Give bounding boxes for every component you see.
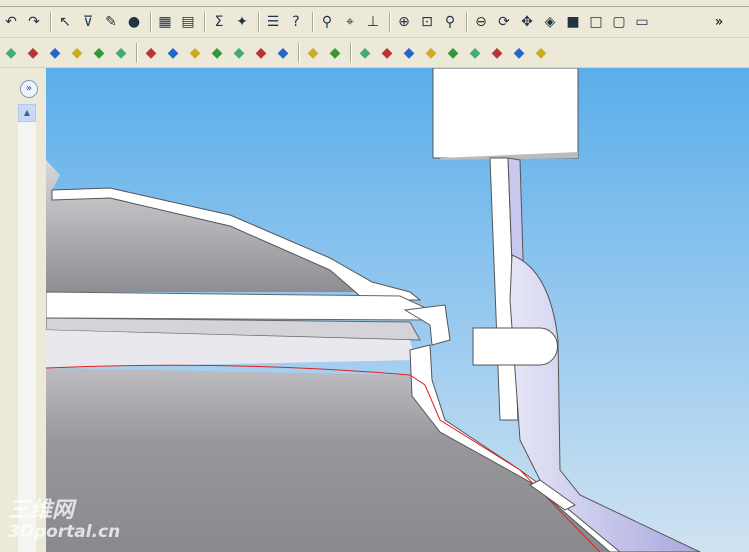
light-icon[interactable]: ⚲ bbox=[318, 13, 336, 31]
3d-sketch-icon[interactable]: ◆ bbox=[356, 44, 374, 62]
frame-icon[interactable]: ◆ bbox=[532, 44, 550, 62]
hidden-lines-visible-icon[interactable]: ▢ bbox=[610, 13, 628, 31]
chamfer-icon[interactable]: ◆ bbox=[90, 44, 108, 62]
toolbar-separator bbox=[350, 43, 352, 63]
equation-icon[interactable]: Σ bbox=[210, 13, 228, 31]
revolve-icon[interactable]: ◆ bbox=[24, 44, 42, 62]
zoom-area-icon[interactable]: ⊡ bbox=[418, 13, 436, 31]
toolbar-separator bbox=[258, 12, 260, 32]
features-toolbar: ◆ ◆ ◆ ◆ ◆ ◆ ◆ ◆ ◆ ◆ ◆ ◆ ◆ ◆ ◆ ◆ ◆ ◆ ◆ ◆ ◆ ◆ ◆ ◆ bbox=[0, 38, 749, 68]
texture-icon[interactable]: ▤ bbox=[179, 13, 197, 31]
toolbar-overflow-button[interactable]: » bbox=[710, 13, 728, 31]
select-icon[interactable]: ↖ bbox=[56, 13, 74, 31]
zoom-selection-icon[interactable]: ⊖ bbox=[472, 13, 490, 31]
camera-icon[interactable]: ⌖ bbox=[341, 13, 359, 31]
graphics-viewport[interactable] bbox=[46, 68, 749, 552]
expand-panel-button[interactable]: » bbox=[20, 80, 38, 98]
toolbar-separator bbox=[50, 12, 52, 32]
surface-icon[interactable]: ◆ bbox=[488, 44, 506, 62]
linear-pattern-icon[interactable]: ◆ bbox=[164, 44, 182, 62]
rebuild-light-icon[interactable]: ● bbox=[125, 13, 143, 31]
toolbar-separator bbox=[298, 43, 300, 63]
coordinate-icon[interactable]: ⊥ bbox=[364, 13, 382, 31]
sketch-icon[interactable]: ✎ bbox=[102, 13, 120, 31]
menu-bar bbox=[0, 0, 749, 7]
wireframe-icon[interactable]: □ bbox=[587, 13, 605, 31]
toolbar-separator bbox=[136, 43, 138, 63]
hidden-lines-removed-icon[interactable]: ▭ bbox=[633, 13, 651, 31]
zoom-fit-icon[interactable]: ⊕ bbox=[395, 13, 413, 31]
curves-icon[interactable]: ◆ bbox=[326, 44, 344, 62]
fillet-icon[interactable]: ◆ bbox=[112, 44, 130, 62]
photoworks-icon[interactable]: ✦ bbox=[233, 13, 251, 31]
dome-icon[interactable]: ◆ bbox=[274, 44, 292, 62]
intersect-icon[interactable]: ◆ bbox=[466, 44, 484, 62]
options-icon[interactable]: ☰ bbox=[264, 13, 282, 31]
appearance-icon[interactable]: ▦ bbox=[156, 13, 174, 31]
scroll-up-button[interactable]: ▲ bbox=[18, 104, 36, 122]
sweep-icon[interactable]: ◆ bbox=[46, 44, 64, 62]
standard-toolbar: ↶ ↷ ↖ ⊽ ✎ ● ▦ ▤ Σ ✦ ☰? ⚲ ⌖ ⊥ ⊕ ⊡ ⚲ ⊖ ⟳ ✥ ◈ ■ □ ▢ ▭ » bbox=[0, 7, 749, 38]
help-icon[interactable]: ? bbox=[287, 13, 305, 31]
smart-dimension-icon[interactable]: ◆ bbox=[378, 44, 396, 62]
move-face-icon[interactable]: ◆ bbox=[422, 44, 440, 62]
toolbar-separator bbox=[204, 12, 206, 32]
split-line-icon[interactable]: ◆ bbox=[444, 44, 462, 62]
reference-geometry-icon[interactable]: ◆ bbox=[304, 44, 322, 62]
zoom-in-out-icon[interactable]: ⚲ bbox=[441, 13, 459, 31]
wrap-icon[interactable]: ◆ bbox=[252, 44, 270, 62]
shell-icon[interactable]: ◆ bbox=[68, 44, 86, 62]
toolbar-separator bbox=[150, 12, 152, 32]
display-style-icon[interactable]: ■ bbox=[564, 13, 582, 31]
hole-wizard-icon[interactable]: ◆ bbox=[400, 44, 418, 62]
undo-icon[interactable]: ↶ bbox=[2, 13, 20, 31]
toolbar-separator bbox=[312, 12, 314, 32]
mirror-icon[interactable]: ◆ bbox=[208, 44, 226, 62]
view-orientation-icon[interactable]: ◈ bbox=[541, 13, 559, 31]
extrude-icon[interactable]: ◆ bbox=[2, 44, 20, 62]
selection-filter-icon[interactable]: ⊽ bbox=[79, 13, 97, 31]
clamp-block bbox=[432, 68, 579, 159]
panel-scrollbar[interactable]: ▲ bbox=[18, 104, 36, 552]
circular-pattern-icon[interactable]: ◆ bbox=[186, 44, 204, 62]
pin bbox=[472, 327, 558, 366]
watermark: 三维网 3Dportal.cn bbox=[8, 498, 121, 543]
angle-icon[interactable]: ◆ bbox=[510, 44, 528, 62]
toolbar-separator bbox=[466, 12, 468, 32]
redo-icon[interactable]: ↷ bbox=[25, 13, 43, 31]
feature-manager-panel: » ▲ bbox=[0, 68, 47, 552]
draft-icon[interactable]: ◆ bbox=[142, 44, 160, 62]
rotate-icon[interactable]: ⟳ bbox=[495, 13, 513, 31]
rib-icon[interactable]: ◆ bbox=[230, 44, 248, 62]
pan-icon[interactable]: ✥ bbox=[518, 13, 536, 31]
lid-surface bbox=[46, 160, 380, 292]
model-section-view bbox=[46, 68, 701, 552]
toolbar-separator bbox=[389, 12, 391, 32]
